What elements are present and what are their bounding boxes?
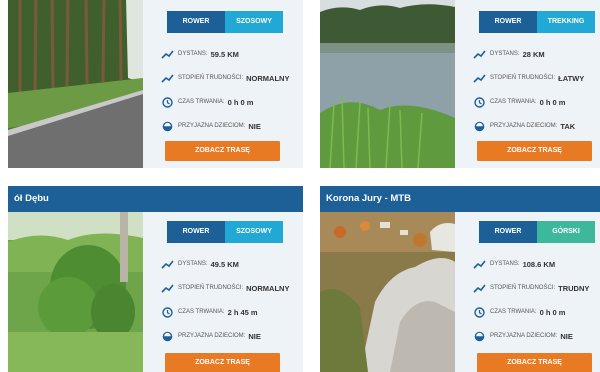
- distance-value: 108.6 KM: [522, 259, 556, 269]
- duration-label: CZAS TRWANIA:: [178, 309, 225, 315]
- difficulty-row: STOPIEŃ TRUDNOŚCI: TRUDNY: [472, 276, 600, 300]
- difficulty-label: STOPIEŃ TRUDNOŚCI:: [490, 285, 556, 291]
- difficulty-value: TRUDNY: [558, 283, 590, 293]
- distance-row: DYSTANS: 59.5 KM: [160, 42, 301, 66]
- distance-label: DYSTANS:: [178, 261, 208, 267]
- distance-row: DYSTANS: 49.5 KM: [160, 252, 301, 276]
- kids-row: PRZYJAZNA DZIECIOM: NIE: [472, 324, 600, 348]
- duration-label: CZAS TRWANIA:: [490, 99, 537, 105]
- distance-label: DYSTANS:: [178, 51, 208, 57]
- clock-icon: [472, 305, 486, 319]
- route-tags: ROWER SZOSOWY: [167, 221, 283, 243]
- route-title[interactable]: Korona Jury - MTB: [320, 186, 600, 212]
- difficulty-label: STOPIEŃ TRUDNOŚCI:: [178, 75, 244, 81]
- distance-row: DYSTANS: 108.6 KM: [472, 252, 600, 276]
- route-info-panel: ROWER TREKKING DYSTANS: 28 KM STOPIEŃ TR…: [455, 0, 600, 168]
- tag-bike[interactable]: ROWER: [479, 221, 537, 243]
- tag-bike[interactable]: ROWER: [479, 11, 537, 33]
- duration-row: CZAS TRWANIA: 2 h 45 m: [160, 300, 301, 324]
- route-card[interactable]: Korona Jury - MTB ROWER GÓRSKI DYSTANS: …: [320, 186, 600, 372]
- kids-row: PRZYJAZNA DZIECIOM: NIE: [160, 324, 301, 348]
- trend-icon: [160, 281, 174, 295]
- duration-row: CZAS TRWANIA: 0 h 0 m: [472, 300, 600, 324]
- tag-type[interactable]: SZOSOWY: [225, 221, 283, 243]
- duration-row: CZAS TRWANIA: 0 h 0 m: [160, 90, 301, 114]
- duration-value: 0 h 0 m: [227, 97, 254, 107]
- difficulty-row: STOPIEŃ TRUDNOŚCI: NORMALNY: [160, 276, 301, 300]
- duration-row: CZAS TRWANIA: 0 h 0 m: [472, 90, 600, 114]
- kids-value: TAK: [560, 121, 576, 131]
- route-card[interactable]: ół Dębu ROWER SZOSOWY DYSTANS: 49.5 KM S…: [8, 186, 303, 372]
- difficulty-label: STOPIEŃ TRUDNOŚCI:: [178, 285, 244, 291]
- route-card[interactable]: ROWER SZOSOWY DYSTANS: 59.5 KM STOPIEŃ T…: [8, 0, 303, 168]
- clock-icon: [160, 95, 174, 109]
- duration-label: CZAS TRWANIA:: [178, 99, 225, 105]
- tag-type[interactable]: GÓRSKI: [537, 221, 595, 243]
- rocks-photo[interactable]: [320, 212, 455, 372]
- trend-icon: [472, 47, 486, 61]
- tag-type[interactable]: SZOSOWY: [225, 11, 283, 33]
- kids-label: PRZYJAZNA DZIECIOM:: [178, 123, 246, 129]
- lake-photo[interactable]: [320, 0, 455, 168]
- trend-icon: [472, 257, 486, 271]
- difficulty-row: STOPIEŃ TRUDNOŚCI: ŁATWY: [472, 66, 600, 90]
- tag-bike[interactable]: ROWER: [167, 221, 225, 243]
- smiley-icon: [160, 329, 174, 343]
- kids-value: NIE: [248, 121, 261, 131]
- kids-row: PRZYJAZNA DZIECIOM: NIE: [160, 114, 301, 138]
- view-route-button[interactable]: ZOBACZ TRASĘ: [165, 353, 280, 372]
- tag-bike[interactable]: ROWER: [167, 11, 225, 33]
- tag-type[interactable]: TREKKING: [537, 11, 595, 33]
- kids-label: PRZYJAZNA DZIECIOM:: [490, 333, 558, 339]
- duration-value: 0 h 0 m: [539, 97, 566, 107]
- difficulty-value: NORMALNY: [246, 73, 290, 83]
- duration-value: 2 h 45 m: [227, 307, 258, 317]
- distance-label: DYSTANS:: [490, 261, 520, 267]
- route-title[interactable]: ół Dębu: [8, 186, 303, 212]
- difficulty-label: STOPIEŃ TRUDNOŚCI:: [490, 75, 556, 81]
- trend-icon: [160, 47, 174, 61]
- trend-icon: [160, 71, 174, 85]
- route-info-panel: ROWER GÓRSKI DYSTANS: 108.6 KM STOPIEŃ T…: [455, 212, 600, 372]
- duration-label: CZAS TRWANIA:: [490, 309, 537, 315]
- kids-row: PRZYJAZNA DZIECIOM: TAK: [472, 114, 600, 138]
- route-tags: ROWER SZOSOWY: [167, 11, 283, 33]
- clock-icon: [160, 305, 174, 319]
- clock-icon: [472, 95, 486, 109]
- difficulty-value: NORMALNY: [246, 283, 290, 293]
- difficulty-value: ŁATWY: [558, 73, 585, 83]
- view-route-button[interactable]: ZOBACZ TRASĘ: [165, 141, 280, 161]
- view-route-button[interactable]: ZOBACZ TRASĘ: [477, 353, 592, 372]
- distance-value: 28 KM: [522, 49, 545, 59]
- trend-icon: [472, 281, 486, 295]
- smiley-icon: [472, 119, 486, 133]
- route-tags: ROWER GÓRSKI: [479, 221, 595, 243]
- distance-value: 59.5 KM: [210, 49, 239, 59]
- kids-label: PRZYJAZNA DZIECIOM:: [178, 333, 246, 339]
- route-tags: ROWER TREKKING: [479, 11, 595, 33]
- distance-row: DYSTANS: 28 KM: [472, 42, 600, 66]
- duration-value: 0 h 0 m: [539, 307, 566, 317]
- trend-icon: [160, 257, 174, 271]
- smiley-icon: [472, 329, 486, 343]
- kids-label: PRZYJAZNA DZIECIOM:: [490, 123, 558, 129]
- kids-value: NIE: [248, 331, 261, 341]
- view-route-button[interactable]: ZOBACZ TRASĘ: [477, 141, 592, 161]
- route-info-panel: ROWER SZOSOWY DYSTANS: 49.5 KM STOPIEŃ T…: [143, 212, 303, 372]
- smiley-icon: [160, 119, 174, 133]
- kids-value: NIE: [560, 331, 573, 341]
- distance-value: 49.5 KM: [210, 259, 239, 269]
- route-card[interactable]: ROWER TREKKING DYSTANS: 28 KM STOPIEŃ TR…: [320, 0, 600, 168]
- route-info-panel: ROWER SZOSOWY DYSTANS: 59.5 KM STOPIEŃ T…: [143, 0, 303, 168]
- forest-road-photo[interactable]: [8, 0, 143, 168]
- trend-icon: [472, 71, 486, 85]
- difficulty-row: STOPIEŃ TRUDNOŚCI: NORMALNY: [160, 66, 301, 90]
- distance-label: DYSTANS:: [490, 51, 520, 57]
- meadow-photo[interactable]: [8, 212, 143, 372]
